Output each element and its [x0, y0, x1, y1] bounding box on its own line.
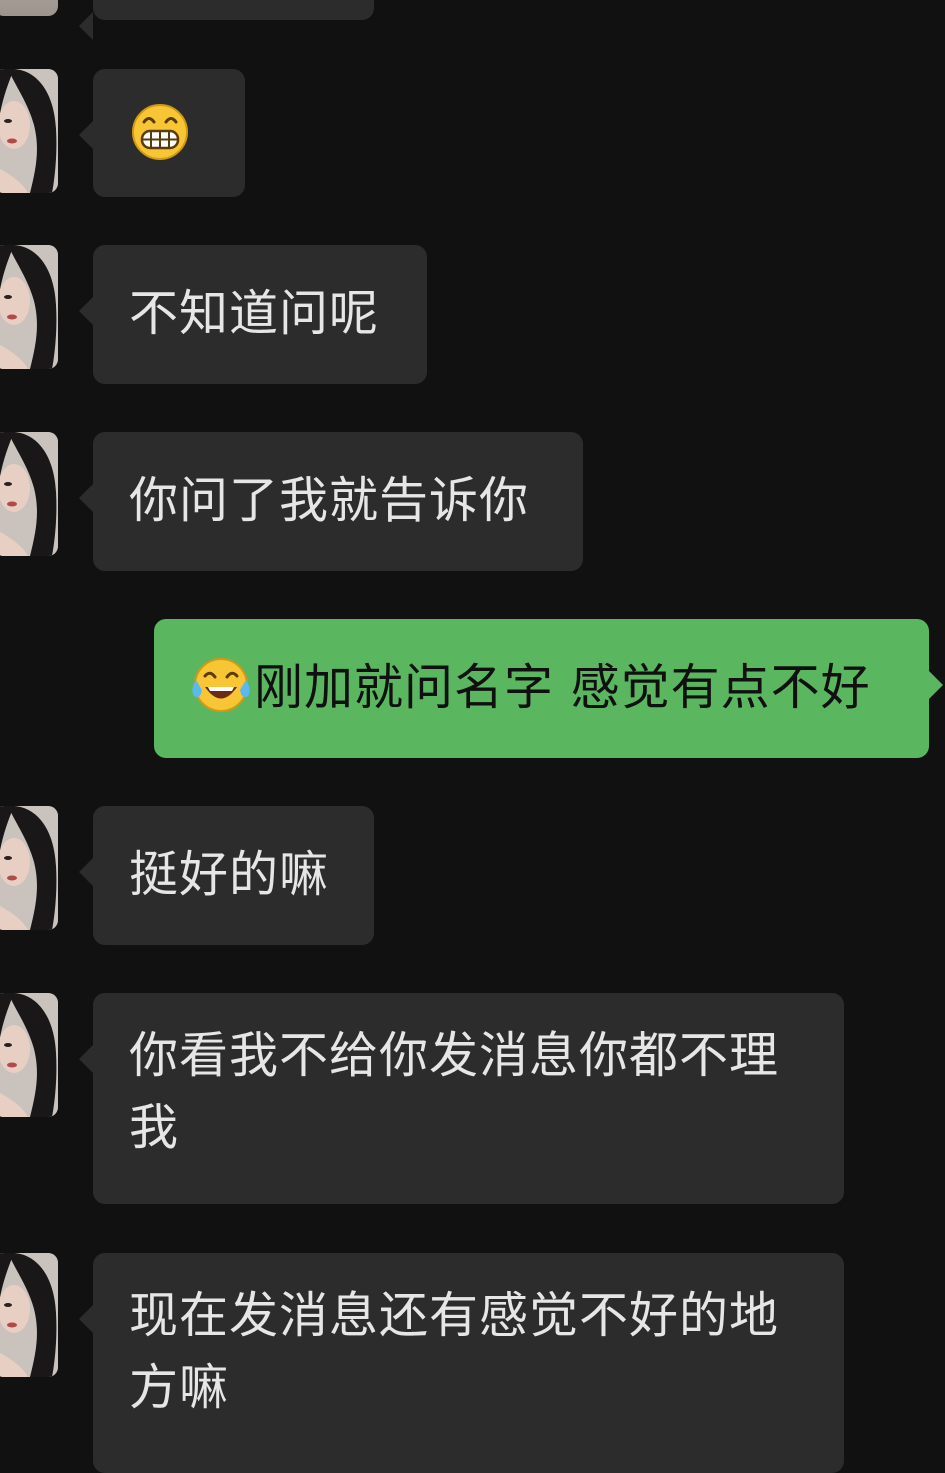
- message-text: 你问了我就告诉你: [129, 472, 530, 529]
- contact-avatar[interactable]: [0, 432, 58, 556]
- grinning-face-icon: [131, 103, 189, 181]
- chat-message-list[interactable]: 不知道问呢 你问了我就告诉你 刚加就问名字 感觉有点不好 挺好的嘛 你看我不给你…: [0, 0, 945, 1473]
- my-message-bubble[interactable]: 刚加就问名字 感觉有点不好: [154, 619, 943, 758]
- message-text: 挺好的嘛: [129, 846, 330, 903]
- message-text: 不知道问呢: [129, 285, 380, 342]
- contact-avatar[interactable]: [0, 245, 58, 369]
- contact-avatar[interactable]: [0, 0, 58, 16]
- message-bubble[interactable]: 现在发消息还有感觉不好的地方嘛: [79, 1253, 844, 1473]
- contact-avatar[interactable]: [0, 69, 58, 193]
- contact-avatar[interactable]: [0, 993, 58, 1117]
- message-text: 你看我不给你发消息你都不理我: [129, 1027, 780, 1156]
- contact-avatar[interactable]: [0, 1253, 58, 1377]
- tears-of-joy-icon: [190, 656, 252, 734]
- message-bubble[interactable]: 你看我不给你发消息你都不理我: [79, 993, 844, 1204]
- message-text: 刚加就问名字 感觉有点不好: [254, 659, 871, 716]
- message-text: 现在发消息还有感觉不好的地方嘛: [129, 1287, 780, 1416]
- message-bubble[interactable]: [79, 69, 245, 197]
- message-bubble-partial[interactable]: [79, 0, 374, 40]
- contact-avatar[interactable]: [0, 806, 58, 930]
- message-bubble[interactable]: 你问了我就告诉你: [79, 432, 583, 571]
- message-bubble[interactable]: 挺好的嘛: [79, 806, 374, 945]
- message-bubble[interactable]: 不知道问呢: [79, 245, 427, 384]
